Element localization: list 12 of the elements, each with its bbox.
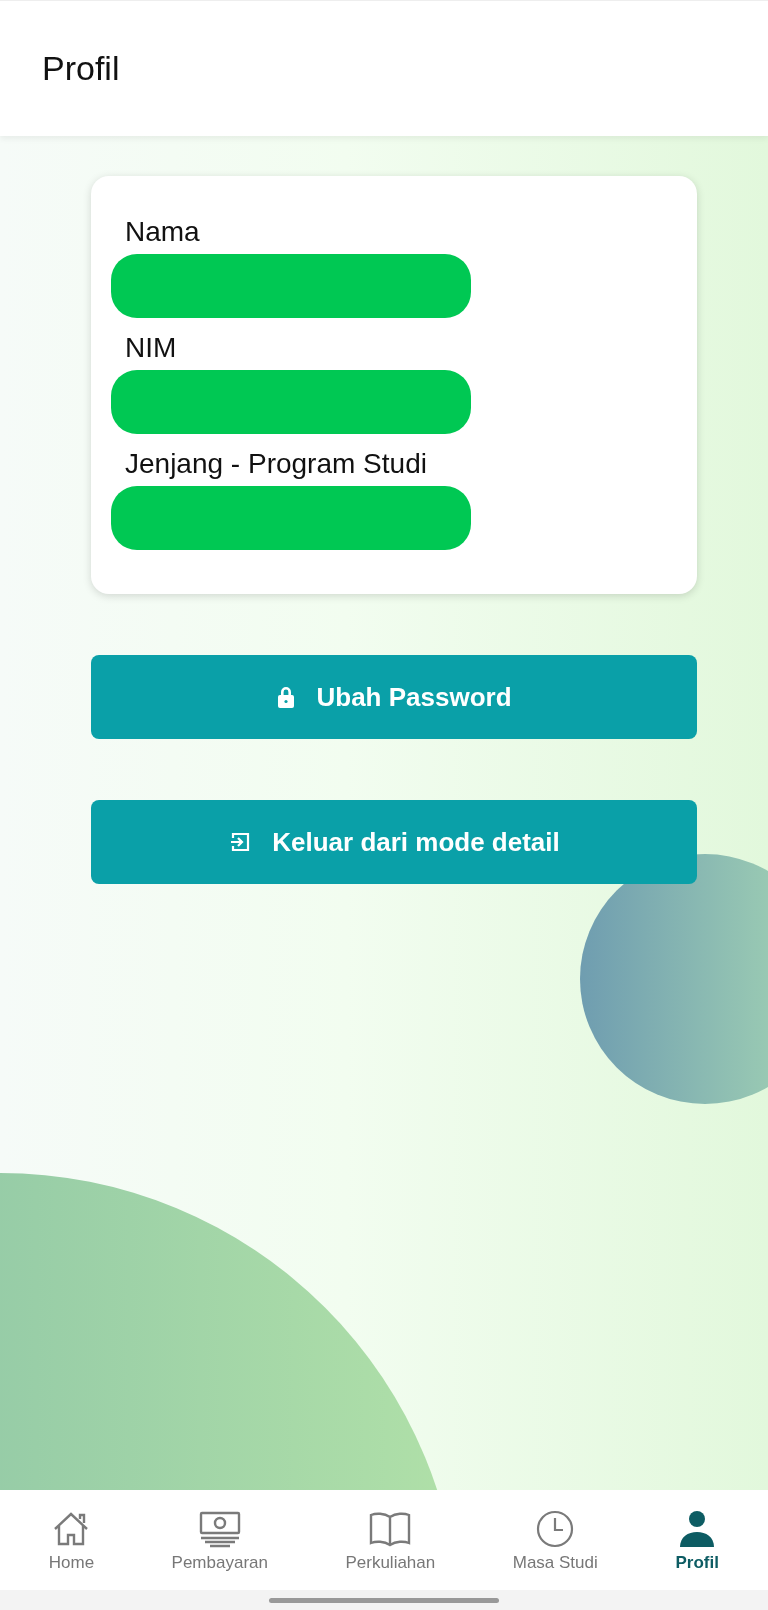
- action-button[interactable]: Ubah Password: [91, 655, 697, 739]
- nav-tab[interactable]: Pembayaran: [171, 1507, 268, 1573]
- nav-tab[interactable]: Perkuliahan: [345, 1507, 436, 1573]
- nav-tab[interactable]: Home: [48, 1507, 95, 1573]
- field-label: NIM: [124, 332, 178, 364]
- nav-tab[interactable]: Masa Studi: [512, 1507, 598, 1573]
- lock-icon: [276, 685, 297, 709]
- field-label: Jenjang - Program Studi: [124, 448, 428, 480]
- field-label: Nama: [124, 216, 201, 248]
- page-title: Profil: [42, 49, 120, 88]
- nav-tab[interactable]: Profil: [675, 1507, 720, 1573]
- action-button[interactable]: Keluar dari mode detail: [91, 800, 697, 884]
